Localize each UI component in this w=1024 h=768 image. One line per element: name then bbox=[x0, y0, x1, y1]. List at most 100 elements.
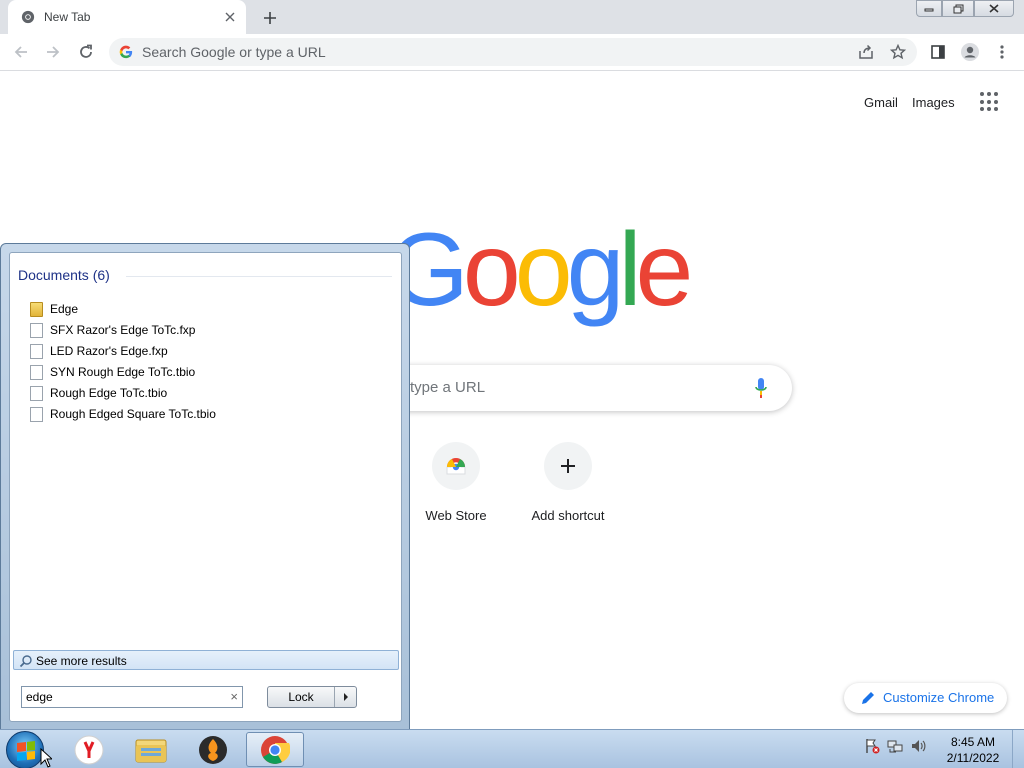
lock-button[interactable]: Lock bbox=[268, 690, 334, 704]
start-menu-results-pane: Documents (6) Edge SFX Razor's Edge ToTc… bbox=[9, 252, 402, 722]
shortcut-web-store[interactable]: Web Store bbox=[400, 442, 512, 523]
tab-new-tab[interactable]: New Tab bbox=[8, 0, 246, 34]
google-logo-letter: e bbox=[635, 212, 694, 328]
minimize-button[interactable] bbox=[916, 0, 942, 17]
customize-chrome-button[interactable]: Customize Chrome bbox=[844, 683, 1007, 713]
google-chrome-icon bbox=[261, 735, 290, 764]
result-item[interactable]: SYN Rough Edge ToTc.tbio bbox=[30, 362, 195, 382]
start-search-input[interactable] bbox=[26, 689, 216, 705]
start-button[interactable] bbox=[6, 731, 44, 768]
share-button[interactable] bbox=[854, 40, 878, 64]
result-item-label: LED Razor's Edge.fxp bbox=[50, 344, 168, 358]
images-link[interactable]: Images bbox=[912, 95, 955, 110]
start-menu: Documents (6) Edge SFX Razor's Edge ToTc… bbox=[0, 243, 410, 730]
windows-explorer-icon bbox=[135, 739, 167, 762]
mouse-cursor-icon bbox=[40, 748, 52, 768]
minimize-icon bbox=[924, 8, 934, 11]
triangle-right-icon bbox=[343, 693, 348, 701]
back-arrow-icon bbox=[14, 46, 27, 58]
yandex-browser-icon bbox=[74, 735, 104, 764]
forward-button[interactable] bbox=[41, 40, 65, 64]
file-icon bbox=[30, 364, 43, 380]
restore-button[interactable] bbox=[942, 0, 974, 17]
clock-time: 8:45 AM bbox=[950, 735, 996, 749]
folder-icon bbox=[30, 301, 43, 317]
result-item[interactable]: Edge bbox=[30, 299, 78, 319]
heading-divider bbox=[126, 276, 392, 277]
bookmark-button[interactable] bbox=[886, 40, 910, 64]
customize-chrome-label: Customize Chrome bbox=[883, 690, 995, 705]
restore-icon bbox=[953, 4, 963, 13]
plus-icon bbox=[561, 459, 575, 473]
clear-search-icon[interactable]: × bbox=[230, 689, 238, 704]
google-logo: Google bbox=[388, 218, 693, 322]
taskbar-app-chrome[interactable] bbox=[246, 732, 304, 767]
browser-toolbar bbox=[0, 34, 1024, 71]
share-icon bbox=[859, 44, 873, 59]
start-search-box[interactable]: × bbox=[21, 686, 243, 708]
tab-title: New Tab bbox=[44, 10, 91, 24]
star-icon bbox=[890, 44, 906, 60]
omnibox-input[interactable] bbox=[142, 38, 842, 66]
close-icon bbox=[989, 4, 999, 13]
volume-icon[interactable] bbox=[910, 738, 926, 754]
profile-button[interactable] bbox=[958, 40, 982, 64]
result-item[interactable]: SFX Razor's Edge ToTc.fxp bbox=[30, 320, 195, 340]
reload-button[interactable] bbox=[74, 40, 98, 64]
chrome-web-store-icon bbox=[446, 458, 466, 475]
result-item[interactable]: Rough Edge ToTc.tbio bbox=[30, 383, 167, 403]
result-item-label: SYN Rough Edge ToTc.tbio bbox=[50, 365, 196, 379]
file-icon bbox=[30, 343, 43, 359]
menu-button[interactable] bbox=[990, 40, 1014, 64]
google-logo-letter: o bbox=[462, 212, 521, 328]
shutdown-options-button[interactable] bbox=[334, 687, 356, 707]
tab-close-button[interactable] bbox=[220, 7, 240, 27]
ntp-search-placeholder: type a URL bbox=[410, 379, 486, 396]
taskbar-app-yandex[interactable] bbox=[60, 732, 118, 767]
system-tray bbox=[864, 738, 926, 754]
windows-logo-icon bbox=[17, 741, 35, 761]
side-panel-icon bbox=[931, 45, 945, 59]
file-icon bbox=[30, 322, 43, 338]
lock-button-group: Lock bbox=[267, 686, 357, 708]
action-center-flag-icon[interactable] bbox=[864, 738, 880, 754]
gmail-link[interactable]: Gmail bbox=[864, 95, 898, 110]
taskbar-app-fl-studio[interactable] bbox=[184, 732, 242, 767]
clock-date: 2/11/2022 bbox=[946, 751, 1000, 765]
google-logo-letter: l bbox=[618, 212, 641, 328]
result-item[interactable]: LED Razor's Edge.fxp bbox=[30, 341, 168, 361]
result-item-label: Edge bbox=[50, 302, 79, 316]
google-logo-letter: g bbox=[566, 212, 625, 328]
reload-icon bbox=[80, 44, 92, 58]
magnifier-icon bbox=[19, 655, 32, 668]
omnibox[interactable] bbox=[109, 38, 917, 66]
close-window-button[interactable] bbox=[974, 0, 1014, 17]
back-button[interactable] bbox=[9, 40, 33, 64]
show-desktop-button[interactable] bbox=[1012, 730, 1024, 768]
result-item-label: SFX Razor's Edge ToTc.fxp bbox=[50, 323, 196, 337]
fl-studio-icon bbox=[199, 735, 227, 764]
see-more-results-button[interactable]: See more results bbox=[13, 650, 399, 670]
new-tab-button[interactable] bbox=[258, 6, 282, 30]
file-icon bbox=[30, 406, 43, 422]
taskbar: 8:45 AM 2/11/2022 bbox=[0, 729, 1024, 768]
result-item[interactable]: Rough Edged Square ToTc.tbio bbox=[30, 404, 216, 424]
google-apps-button[interactable] bbox=[980, 92, 1000, 112]
kebab-menu-icon bbox=[1000, 45, 1004, 59]
window-controls bbox=[916, 0, 1014, 17]
network-icon[interactable] bbox=[887, 738, 903, 754]
shortcut-label: Web Store bbox=[425, 508, 487, 523]
result-item-label: Rough Edge ToTc.tbio bbox=[50, 386, 168, 400]
pencil-icon bbox=[862, 692, 874, 704]
shortcut-web-store-tile bbox=[432, 442, 480, 490]
add-shortcut-button[interactable]: Add shortcut bbox=[512, 442, 624, 523]
side-panel-button[interactable] bbox=[926, 40, 950, 64]
shortcut-label: Add shortcut bbox=[531, 508, 605, 523]
chrome-icon bbox=[21, 10, 35, 24]
file-icon bbox=[30, 385, 43, 401]
results-category-heading[interactable]: Documents (6) bbox=[18, 267, 110, 283]
taskbar-app-explorer[interactable] bbox=[122, 732, 180, 767]
taskbar-clock[interactable]: 8:45 AM 2/11/2022 bbox=[938, 734, 1008, 766]
microphone-icon[interactable] bbox=[754, 377, 768, 399]
close-icon bbox=[225, 12, 235, 22]
